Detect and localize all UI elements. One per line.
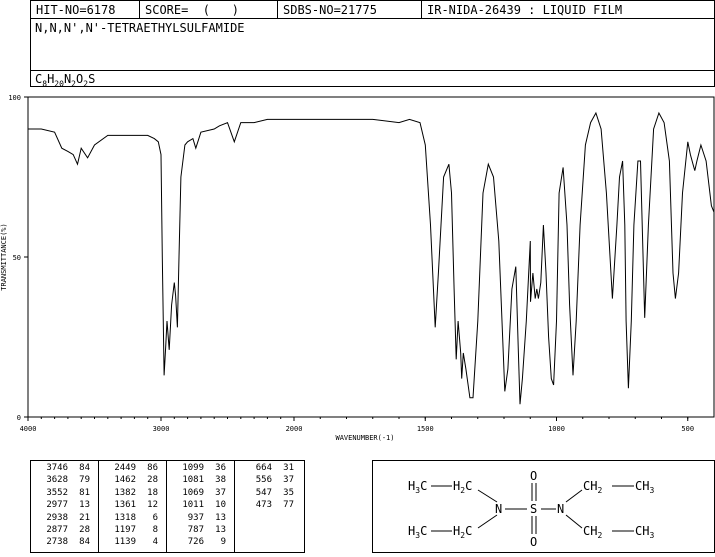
peak-transmittance: 13 [215, 525, 226, 535]
bond [565, 489, 583, 503]
peak-transmittance: 36 [215, 463, 226, 473]
peak-wavenumber: 664 [255, 463, 272, 473]
x-tick-label: 500 [681, 425, 694, 433]
ethyl-ch3-top-left: H3C [408, 479, 427, 495]
peak-transmittance: 10 [215, 500, 226, 511]
bond [477, 514, 498, 529]
structure-frame [372, 460, 715, 553]
peak-wavenumber: 1081 [182, 475, 204, 486]
axis-layer: 4000 3000 2000 1500 1000 500 0 50 100 [8, 94, 694, 433]
peak-wavenumber: 1318 [114, 512, 136, 523]
peak-transmittance: 86 [147, 463, 158, 473]
peak-wavenumber: 1361 [114, 500, 136, 511]
plot-frame [27, 96, 715, 418]
peak-wavenumber: 1139 [114, 537, 136, 548]
ethyl-ch2-bottom-left: H2C [453, 524, 472, 540]
structure-box: S O O N N H3C H2C H3C H2C CH2 CH3 CH2 CH… [372, 460, 715, 553]
peak-transmittance: 8 [152, 525, 158, 535]
peak-table-divider [166, 460, 167, 553]
peak-transmittance: 81 [79, 487, 90, 498]
x-tick-label: 1500 [417, 425, 434, 433]
peak-wavenumber: 1011 [182, 500, 204, 511]
peak-transmittance: 13 [215, 512, 226, 523]
peak-transmittance: 84 [79, 463, 90, 473]
peak-wavenumber: 787 [187, 525, 204, 535]
peak-transmittance: 31 [283, 463, 294, 473]
peak-wavenumber: 547 [255, 487, 272, 498]
peak-wavenumber: 1382 [114, 487, 136, 498]
peak-wavenumber: 3746 [46, 463, 68, 473]
y-tick-label: 0 [17, 414, 21, 422]
peak-wavenumber: 726 [187, 537, 204, 548]
peak-wavenumber: 937 [187, 512, 204, 523]
nitrogen-left-atom: N [495, 502, 502, 516]
peak-wavenumber: 1069 [182, 487, 204, 498]
peak-wavenumber: 1197 [114, 525, 136, 535]
peak-table-divider [234, 460, 235, 553]
peak-table-divider [98, 460, 99, 553]
peak-transmittance: 21 [79, 512, 90, 523]
x-axis-label: WAVENUMBER(-1) [335, 434, 394, 442]
y-tick-label: 100 [8, 94, 21, 102]
peak-transmittance: 84 [79, 537, 90, 548]
peak-wavenumber: 3628 [46, 475, 68, 486]
peak-transmittance: 13 [79, 500, 90, 511]
sulfur-atom: S [530, 502, 537, 516]
peak-transmittance: 35 [283, 487, 294, 498]
peak-transmittance: 37 [283, 475, 294, 486]
x-tick-label: 1000 [548, 425, 565, 433]
ethyl-ch3-bottom-right: CH3 [635, 524, 654, 540]
peak-wavenumber: 2977 [46, 500, 68, 511]
peak-wavenumber: 2938 [46, 512, 68, 523]
ethyl-ch2-bottom-right: CH2 [583, 524, 602, 540]
peak-transmittance: 9 [220, 537, 226, 548]
peak-transmittance: 79 [79, 475, 90, 486]
peak-wavenumber: 556 [255, 475, 272, 486]
x-tick-label: 3000 [153, 425, 170, 433]
peak-transmittance: 28 [147, 475, 158, 486]
peak-transmittance: 37 [215, 487, 226, 498]
peak-wavenumber: 2877 [46, 525, 68, 535]
spectrum-line [28, 111, 715, 405]
peak-transmittance: 77 [283, 500, 294, 511]
peak-wavenumber: 473 [255, 500, 272, 511]
peak-wavenumber: 1462 [114, 475, 136, 486]
ethyl-ch2-top-left: H2C [453, 479, 472, 495]
oxygen-top-atom: O [530, 469, 537, 483]
peak-transmittance: 28 [79, 525, 90, 535]
peak-transmittance: 18 [147, 487, 158, 498]
x-tick-label: 2000 [286, 425, 303, 433]
peak-transmittance: 38 [215, 475, 226, 486]
peak-wavenumber: 2449 [114, 463, 136, 473]
peak-wavenumber: 3552 [46, 487, 68, 498]
oxygen-bottom-atom: O [530, 535, 537, 549]
peak-transmittance: 4 [152, 537, 158, 548]
peak-table: 3746 84 2449 86 1099 36 664 31 3628 79 1462 28 1081 3… [30, 460, 305, 553]
peak-transmittance: 6 [152, 512, 158, 523]
peak-wavenumber: 2738 [46, 537, 68, 548]
y-axis-label: TRANSMITTANCE(%) [0, 223, 8, 290]
bond [565, 514, 583, 529]
ethyl-ch3-bottom-left: H3C [408, 524, 427, 540]
ethyl-ch2-top-right: CH2 [583, 479, 602, 495]
ir-spectrum-chart: 4000 3000 2000 1500 1000 500 0 50 100 WAVENUMBER… [0, 94, 715, 442]
nitrogen-right-atom: N [557, 502, 564, 516]
molecular-structure: S O O N N H3C H2C H3C H2C CH2 CH3 CH2 CH… [372, 460, 715, 553]
x-tick-label: 4000 [20, 425, 37, 433]
ethyl-ch3-top-right: CH3 [635, 479, 654, 495]
y-tick-label: 50 [13, 254, 21, 262]
peak-wavenumber: 1099 [182, 463, 204, 473]
bond [477, 489, 498, 503]
peak-transmittance: 12 [147, 500, 158, 511]
